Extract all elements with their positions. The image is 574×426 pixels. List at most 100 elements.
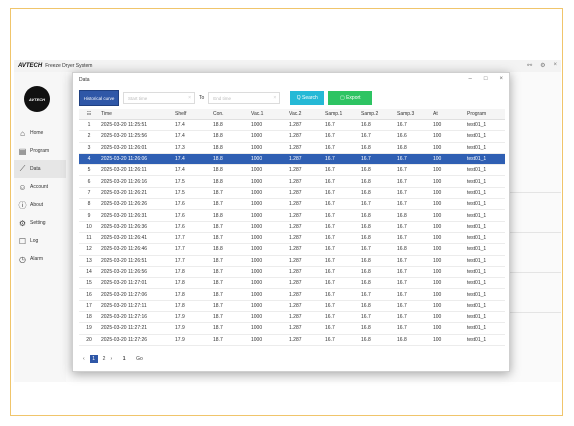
table-row[interactable]: 13 2025-03-20 11:26:51 17.7 18.7 1000 1.287 16… xyxy=(79,255,505,267)
table-cell: 16.8 xyxy=(359,119,395,132)
prev-page-icon[interactable]: ‹ xyxy=(83,356,85,362)
table-cell: 17.4 xyxy=(173,164,211,177)
settings-icon[interactable]: ⚙ xyxy=(540,62,545,69)
sidebar-item-home[interactable]: ⌂ Home xyxy=(14,124,66,142)
table-cell: 17 xyxy=(79,300,99,313)
table-cell: 11 xyxy=(79,232,99,245)
table-cell: 1.287 xyxy=(287,153,323,166)
table-row[interactable]: 1 2025-03-20 11:25:51 17.4 18.8 1000 1.287 16.… xyxy=(79,119,505,132)
maximize-icon[interactable]: □ xyxy=(484,76,488,82)
table-cell: test01_1 xyxy=(465,221,505,233)
table-cell: 18.7 xyxy=(211,266,249,279)
table-cell: 1000 xyxy=(249,243,287,256)
table-row[interactable]: 12 2025-03-20 11:26:46 17.7 18.8 1000 1.287 16… xyxy=(79,243,505,256)
table-cell: 16.7 xyxy=(359,198,395,211)
table-cell: 2025-03-20 11:27:01 xyxy=(99,277,173,290)
table-row[interactable]: 18 2025-03-20 11:27:16 17.9 18.7 1000 1.287 16… xyxy=(79,311,505,324)
table-row[interactable]: 4 2025-03-20 11:26:06 17.4 18.8 1000 1.287 16.… xyxy=(79,153,505,166)
table-cell: 2 xyxy=(79,130,99,143)
table-row[interactable]: 6 2025-03-20 11:26:16 17.5 18.8 1000 1.287 16.… xyxy=(79,175,505,188)
table-cell: 16.7 xyxy=(359,311,395,324)
table-row[interactable]: 11 2025-03-20 11:26:41 17.7 18.7 1000 1.287 16… xyxy=(79,232,505,245)
data-table-container[interactable]: ☷ Time Shelf Con. Vac.1 Vac.2 Samp.1 Samp.2 Samp… xyxy=(79,109,505,351)
table-cell: test01_1 xyxy=(465,187,505,200)
table-cell: 16.7 xyxy=(359,153,395,166)
table-row[interactable]: 16 2025-03-20 11:27:06 17.8 18.7 1000 1.287 16… xyxy=(79,288,505,301)
table-row[interactable]: 7 2025-03-20 11:26:21 17.5 18.7 1000 1.287 16.… xyxy=(79,187,505,200)
table-cell: 16.6 xyxy=(395,130,431,143)
table-cell: 100 xyxy=(431,277,465,290)
sidebar-item-setting[interactable]: ⚙ Setting xyxy=(14,214,66,232)
table-cell: 17.6 xyxy=(173,209,211,222)
table-cell: 1.287 xyxy=(287,266,323,279)
table-row[interactable]: 3 2025-03-20 11:26:01 17.3 18.8 1000 1.287 16.… xyxy=(79,142,505,154)
sidebar-item-alarm[interactable]: ◷ Alarm xyxy=(14,250,66,268)
table-cell: 100 xyxy=(431,164,465,177)
table-cell: 100 xyxy=(431,311,465,324)
table-cell: 17.6 xyxy=(173,221,211,233)
table-row[interactable]: 2 2025-03-20 11:25:56 17.4 18.8 1000 1.287 16.… xyxy=(79,130,505,143)
close-icon[interactable]: × xyxy=(553,62,557,69)
table-row[interactable]: 19 2025-03-20 11:27:21 17.9 18.7 1000 1.287 16… xyxy=(79,322,505,335)
table-cell: test01_1 xyxy=(465,300,505,313)
minimize-icon[interactable]: – xyxy=(469,76,472,82)
table-row[interactable]: 5 2025-03-20 11:26:11 17.4 18.8 1000 1.287 16.… xyxy=(79,164,505,177)
start-time-placeholder: Start time xyxy=(128,95,148,101)
table-cell: 16.7 xyxy=(395,300,431,313)
dialog-title: Data xyxy=(79,77,90,83)
table-row[interactable]: 10 2025-03-20 11:26:36 17.6 18.7 1000 1.287 16… xyxy=(79,221,505,233)
page-2-button[interactable]: 2 xyxy=(103,356,106,362)
export-button[interactable]: ▢ Export xyxy=(328,91,373,105)
table-cell: test01_1 xyxy=(465,164,505,177)
table-cell: 1.287 xyxy=(287,232,323,245)
sidebar-item-account[interactable]: ☺ Account xyxy=(14,178,66,196)
sidebar-item-program[interactable]: ▤ Program xyxy=(14,142,66,160)
sidebar-item-about[interactable]: ⓘ About xyxy=(14,196,66,214)
table-cell: 16.8 xyxy=(359,164,395,177)
go-button[interactable]: Go xyxy=(136,356,143,362)
table-cell: 18.7 xyxy=(211,322,249,335)
clear-icon[interactable]: × xyxy=(188,95,191,101)
table-cell: 16.7 xyxy=(395,221,431,233)
table-cell: 1.287 xyxy=(287,164,323,177)
next-page-icon[interactable]: › xyxy=(110,356,112,362)
page-1-button[interactable]: 1 xyxy=(89,355,98,363)
end-time-input[interactable]: End time × xyxy=(208,92,281,104)
table-row[interactable]: 8 2025-03-20 11:26:26 17.6 18.7 1000 1.287 16.… xyxy=(79,198,505,211)
table-cell: 2025-03-20 11:27:06 xyxy=(99,288,173,301)
table-cell: 1000 xyxy=(249,130,287,143)
table-cell: test01_1 xyxy=(465,255,505,267)
table-cell: 100 xyxy=(431,334,465,346)
historical-curve-button[interactable]: Historical curve xyxy=(79,90,119,106)
column-header: Time xyxy=(99,109,173,120)
table-header: ☷ Time Shelf Con. Vac.1 Vac.2 Samp.1 Samp.2 Samp… xyxy=(79,109,505,120)
table-row[interactable]: 17 2025-03-20 11:27:11 17.8 18.7 1000 1.287 16… xyxy=(79,300,505,313)
table-row[interactable]: 9 2025-03-20 11:26:31 17.6 18.8 1000 1.287 16.… xyxy=(79,209,505,222)
table-row[interactable]: 20 2025-03-20 11:27:26 17.9 18.7 1000 1.287 16… xyxy=(79,334,505,346)
search-button[interactable]: Q Search xyxy=(290,91,325,105)
table-cell: 18.7 xyxy=(211,198,249,211)
table-cell: 18.7 xyxy=(211,288,249,301)
sidebar-item-data[interactable]: ⟋ Data xyxy=(14,160,66,178)
start-time-input[interactable]: Start time × xyxy=(123,92,195,104)
table-cell: 17.7 xyxy=(173,243,211,256)
info-icon: ⓘ xyxy=(18,200,27,210)
close-icon[interactable]: × xyxy=(499,76,503,82)
page-jump-input[interactable]: 1 xyxy=(117,356,131,362)
user-icon: ☺ xyxy=(18,182,27,192)
clear-icon[interactable]: × xyxy=(273,95,276,101)
table-cell: 2025-03-20 11:27:21 xyxy=(99,322,173,335)
row-menu-icon[interactable]: ☷ xyxy=(79,109,99,120)
table-row[interactable]: 14 2025-03-20 11:26:56 17.8 18.7 1000 1.287 16… xyxy=(79,266,505,279)
table-cell: 1000 xyxy=(249,334,287,346)
table-row[interactable]: 15 2025-03-20 11:27:01 17.8 18.7 1000 1.287 16… xyxy=(79,277,505,290)
column-header: Con. xyxy=(211,109,249,120)
table-cell: 16.7 xyxy=(323,119,359,132)
link-icon[interactable]: ⚯ xyxy=(527,62,532,69)
table-cell: 17.9 xyxy=(173,311,211,324)
column-header: Program xyxy=(465,109,505,120)
chart-icon: ⟋ xyxy=(19,164,26,173)
table-cell: 16.8 xyxy=(359,277,395,290)
table-cell: 17.8 xyxy=(173,300,211,313)
sidebar-item-log[interactable]: ☐ Log xyxy=(14,232,66,250)
